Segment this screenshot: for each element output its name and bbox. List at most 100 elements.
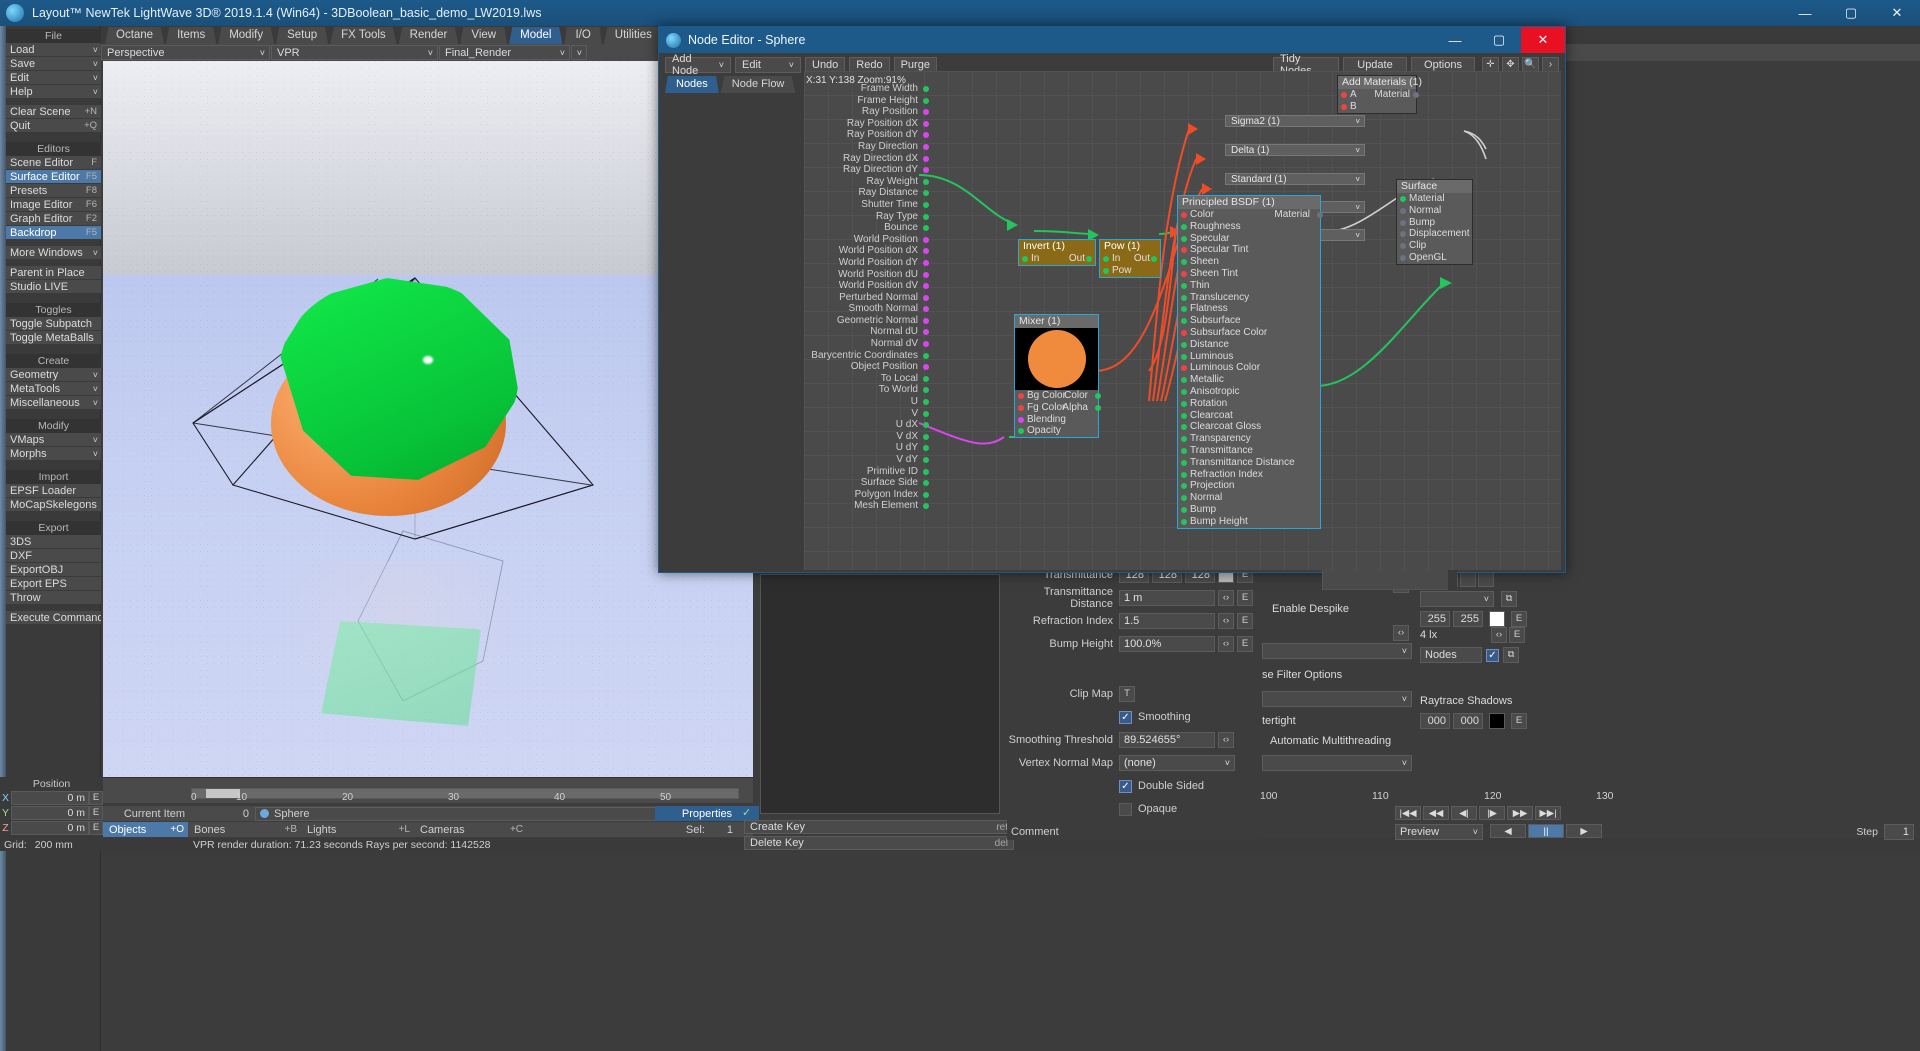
menu-tab-model[interactable]: Model	[509, 27, 563, 44]
port-out-dot[interactable]	[1151, 256, 1157, 262]
output-port-dot[interactable]	[923, 491, 929, 498]
port-dot[interactable]	[1181, 506, 1187, 513]
sidebar-item-execute-command[interactable]: Execute Command	[6, 611, 101, 625]
node-editor-maximize-button[interactable]: ▢	[1477, 27, 1521, 53]
sidebar-item-exportobj[interactable]: ExportOBJ	[6, 563, 101, 577]
chevron-down-icon[interactable]: ˅	[1355, 116, 1360, 128]
ant-spinner2[interactable]	[1478, 571, 1494, 587]
port-dot[interactable]	[1181, 318, 1187, 325]
port-out-dot[interactable]	[1317, 212, 1323, 218]
transport-button[interactable]: ▶▶	[1507, 806, 1533, 820]
output-port-dot[interactable]	[923, 433, 929, 440]
port-dot[interactable]	[1018, 428, 1024, 435]
filter-type-dropdown[interactable]: ˅	[1262, 691, 1412, 707]
sidebar-item-export-eps[interactable]: Export EPS	[6, 577, 101, 591]
sidebar-item-backdrop[interactable]: Backdrop F5	[6, 226, 101, 240]
refraction-index-envelope-button[interactable]: E	[1237, 613, 1253, 629]
link-label-sigma2-1-[interactable]: Sigma2 (1) ˅	[1225, 115, 1365, 127]
chevron-down-icon[interactable]: ˅	[1355, 174, 1360, 186]
port-dot[interactable]	[1181, 270, 1187, 277]
sidebar-item-graph-editor[interactable]: Graph Editor F2	[6, 212, 101, 226]
port-dot[interactable]	[1181, 306, 1187, 313]
node-pow[interactable]: Pow (1) In Out Pow	[1099, 239, 1161, 278]
port-out-dot[interactable]	[1095, 393, 1101, 399]
port-out-dot[interactable]	[1086, 256, 1092, 262]
output-port-dot[interactable]	[923, 143, 929, 150]
port-dot[interactable]	[1181, 235, 1187, 242]
menu-tab-octane[interactable]: Octane	[105, 27, 165, 44]
render-viewport[interactable]	[103, 61, 753, 777]
output-port-dot[interactable]	[923, 86, 929, 92]
port-dot[interactable]	[1400, 207, 1406, 214]
output-port-dot[interactable]	[923, 271, 929, 278]
port-dot[interactable]	[1181, 471, 1187, 478]
nodes-field[interactable]: Nodes	[1420, 647, 1482, 663]
double-sided-checkbox[interactable]: ✓	[1119, 779, 1132, 793]
menu-tab-view[interactable]: View	[460, 27, 508, 44]
menu-tab-fx-tools[interactable]: FX Tools	[330, 27, 397, 44]
transmittance-distance-envelope-button[interactable]: E	[1237, 590, 1253, 606]
node-editor-close-button[interactable]: ✕	[1521, 27, 1565, 53]
output-port-dot[interactable]	[923, 352, 929, 359]
shadow-envelope-e[interactable]: E	[1511, 713, 1527, 729]
output-port-dot[interactable]	[923, 178, 929, 185]
refraction-index-node-button[interactable]: ‹›	[1218, 613, 1234, 629]
cameras-toggle[interactable]: Cameras +C	[414, 822, 527, 837]
opaque-checkbox[interactable]: ✓	[1119, 802, 1132, 816]
output-port-dot[interactable]	[923, 317, 929, 324]
transport-button-2[interactable]: ▶	[1566, 824, 1602, 838]
step-value[interactable]: 1	[1884, 824, 1914, 840]
sidebar-item-clear-scene[interactable]: Clear Scene +N	[6, 105, 101, 119]
sidebar-item-mocapskelegons[interactable]: MoCapSkelegons	[6, 498, 101, 512]
port-dot[interactable]	[1181, 495, 1187, 502]
sidebar-item-image-editor[interactable]: Image Editor F6	[6, 198, 101, 212]
chevron-down-icon[interactable]: ˅	[1355, 202, 1360, 214]
clip-map-texture-button[interactable]: T	[1119, 686, 1135, 702]
port-dot[interactable]	[1181, 518, 1187, 525]
sidebar-item-help[interactable]: Help ˅	[6, 85, 101, 99]
menu-tab-modify[interactable]: Modify	[218, 27, 275, 44]
color-envelope-e[interactable]: E	[1511, 611, 1527, 627]
port-dot[interactable]	[1181, 483, 1187, 490]
transmittance-distance-node-button[interactable]: ‹›	[1218, 590, 1234, 606]
axis-value-field[interactable]: 0 m	[11, 806, 89, 820]
axis-envelope-button[interactable]: E	[89, 791, 103, 805]
vertex-normal-map-dropdown[interactable]: (none) ˅	[1119, 755, 1235, 771]
port-dot[interactable]	[1400, 243, 1406, 250]
thread-count-dropdown[interactable]: ˅	[1262, 755, 1412, 771]
node-principled-bsdf[interactable]: Principled BSDF (1) Color Material Roughne…	[1177, 195, 1323, 529]
transport-button[interactable]: ◀◀	[1423, 806, 1449, 820]
port-dot[interactable]	[1181, 341, 1187, 348]
port-dot[interactable]	[1181, 282, 1187, 289]
axis-envelope-button[interactable]: E	[89, 821, 103, 835]
tab-nodes[interactable]: Nodes	[665, 76, 719, 93]
port-dot[interactable]	[1181, 424, 1187, 431]
port-dot[interactable]	[1181, 412, 1187, 419]
close-button[interactable]: ✕	[1874, 0, 1920, 26]
port-dot[interactable]	[1018, 416, 1024, 423]
smoothing-checkbox[interactable]: ✓	[1119, 710, 1132, 724]
sidebar-item-studio-live[interactable]: Studio LIVE	[6, 280, 101, 294]
port-dot[interactable]	[1181, 365, 1187, 372]
menu-tab-setup[interactable]: Setup	[276, 27, 329, 44]
node-surface[interactable]: Surface Material Normal Bump Displacement Cl…	[1396, 179, 1473, 265]
bump-height-node-button[interactable]: ‹›	[1218, 636, 1234, 652]
axis-envelope-button[interactable]: E	[89, 806, 103, 820]
sidebar-item-toggle-metaballs[interactable]: Toggle MetaBalls	[6, 331, 101, 345]
node-invert[interactable]: Invert (1) In Out	[1018, 239, 1096, 266]
port-dot[interactable]	[1181, 212, 1187, 218]
color-swatch-white[interactable]	[1489, 611, 1505, 627]
port-dot[interactable]	[1181, 259, 1187, 266]
transport-button[interactable]: |▶	[1479, 806, 1505, 820]
surface-preview-pane[interactable]	[760, 574, 1000, 814]
filter-node-button[interactable]: ‹›	[1393, 625, 1409, 641]
link-label-standard-1-[interactable]: Standard (1) ˅	[1225, 173, 1365, 185]
sidebar-item-scene-editor[interactable]: Scene Editor F	[6, 156, 101, 170]
port-pow-dot[interactable]	[1103, 268, 1109, 274]
output-port-dot[interactable]	[923, 468, 929, 475]
output-port-dot[interactable]	[923, 236, 929, 243]
output-port-dot[interactable]	[923, 375, 929, 382]
light-envelope-button[interactable]: E	[1509, 627, 1525, 643]
node-add-materials[interactable]: Add Materials (1) A Material B	[1337, 75, 1422, 114]
objects-toggle[interactable]: Objects +O	[103, 822, 188, 837]
